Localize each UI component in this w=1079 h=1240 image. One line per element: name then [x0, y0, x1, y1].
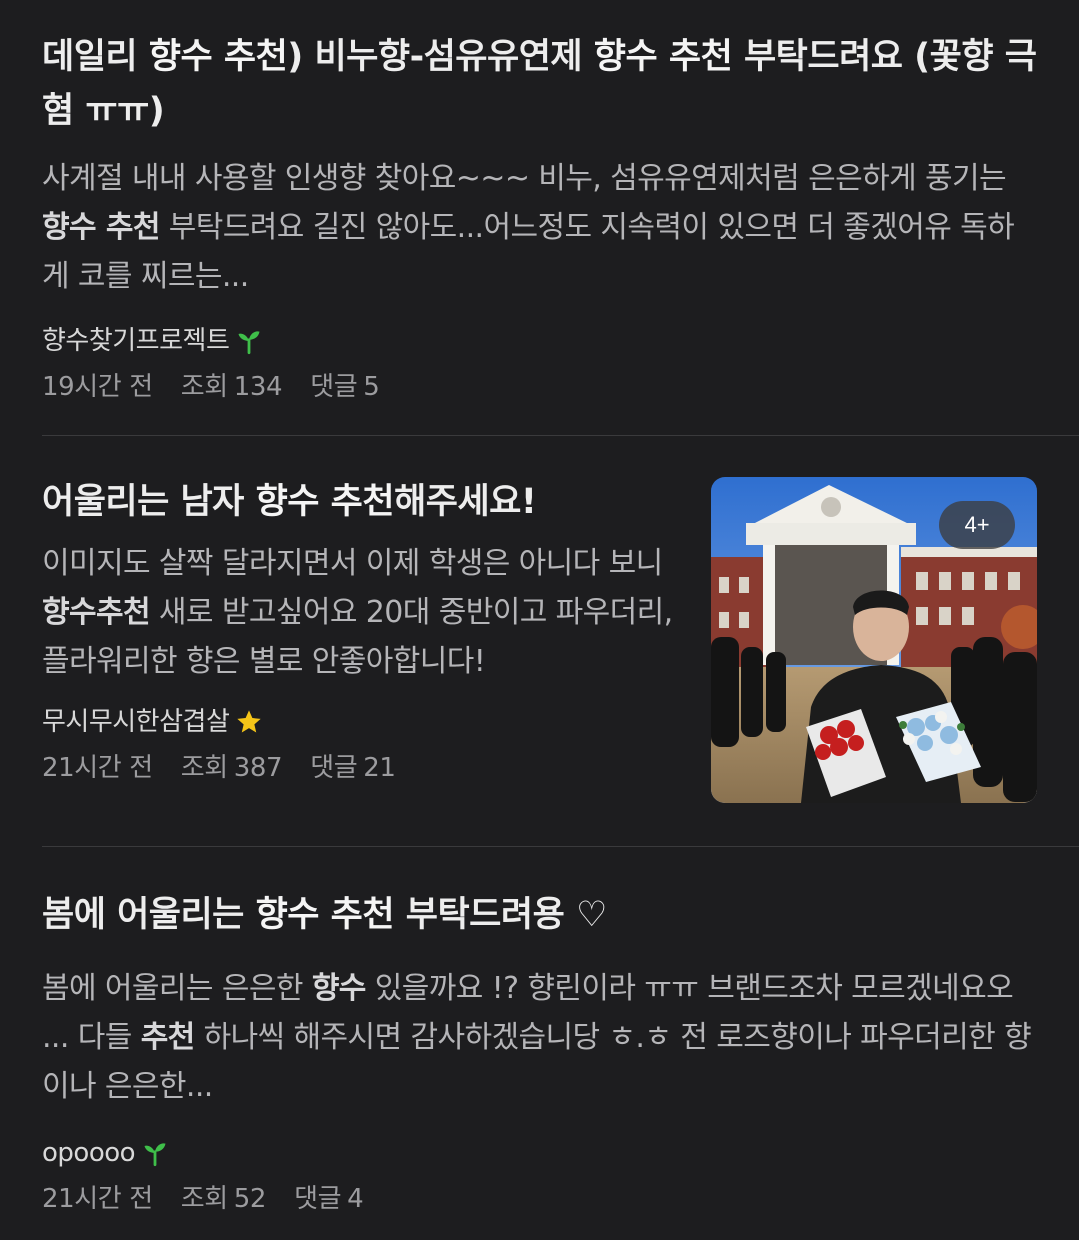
star-icon	[237, 710, 262, 733]
post-snippet: 봄에 어울리는 은은한 향수 있을까요 !? 향린이라 ㅠㅠ 브랜드조차 모르겠…	[42, 971, 1032, 1104]
comment-count: 댓글 21	[310, 753, 396, 783]
post-meta: 21시간 전 조회 387 댓글 21	[42, 750, 692, 786]
post-author[interactable]: 무시무시한삼겹살	[42, 704, 692, 740]
divider	[42, 435, 1079, 436]
post-title[interactable]: 어울리는 남자 향수 추천해주세요!	[42, 475, 692, 529]
post-time: 21시간 전	[42, 1184, 153, 1214]
comment-count: 댓글 4	[294, 1184, 364, 1214]
view-count: 조회 134	[180, 372, 283, 402]
post-author[interactable]: 향수찾기프로젝트	[42, 323, 1037, 359]
sprout-icon	[144, 1143, 166, 1167]
view-count: 조회 387	[180, 753, 283, 783]
post-snippet: 이미지도 살짝 달라지면서 이제 학생은 아니다 보니 향수추천 새로 받고싶어…	[42, 546, 673, 679]
view-count: 조회 52	[180, 1184, 267, 1214]
post-title[interactable]: 데일리 향수 추천) 비누향-섬유유연제 향수 추천 부탁드려요 (꽃향 극혐 …	[42, 30, 1037, 138]
divider	[42, 846, 1079, 847]
comment-count: 댓글 5	[310, 372, 380, 402]
post-snippet: 사계절 내내 사용할 인생향 찾아요~~~ 비누, 섬유유연제처럼 은은하게 풍…	[42, 161, 1015, 294]
sprout-icon	[238, 331, 260, 355]
post-author[interactable]: opoooo	[42, 1135, 1037, 1171]
author-name[interactable]: opoooo	[42, 1135, 136, 1171]
post-item-2[interactable]: 어울리는 남자 향수 추천해주세요! 이미지도 살짝 달라지면서 이제 학생은 …	[42, 475, 1037, 803]
post-meta: 21시간 전 조회 52 댓글 4	[42, 1181, 1037, 1217]
post-meta: 19시간 전 조회 134 댓글 5	[42, 369, 1037, 405]
image-count-badge: 4+	[939, 501, 1015, 549]
search-result-feed: 데일리 향수 추천) 비누향-섬유유연제 향수 추천 부탁드려요 (꽃향 극혐 …	[0, 0, 1079, 1240]
post-item-3[interactable]: 봄에 어울리는 향수 추천 부탁드려용 ♡ 봄에 어울리는 은은한 향수 있을까…	[42, 888, 1037, 1217]
post-title[interactable]: 봄에 어울리는 향수 추천 부탁드려용 ♡	[42, 888, 1037, 942]
post-time: 19시간 전	[42, 372, 153, 402]
post-thumbnail[interactable]: 4+	[711, 477, 1037, 803]
author-name[interactable]: 무시무시한삼겹살	[42, 704, 230, 740]
author-name[interactable]: 향수찾기프로젝트	[42, 323, 230, 359]
post-time: 21시간 전	[42, 753, 153, 783]
post-item-1[interactable]: 데일리 향수 추천) 비누향-섬유유연제 향수 추천 부탁드려요 (꽃향 극혐 …	[42, 30, 1037, 405]
